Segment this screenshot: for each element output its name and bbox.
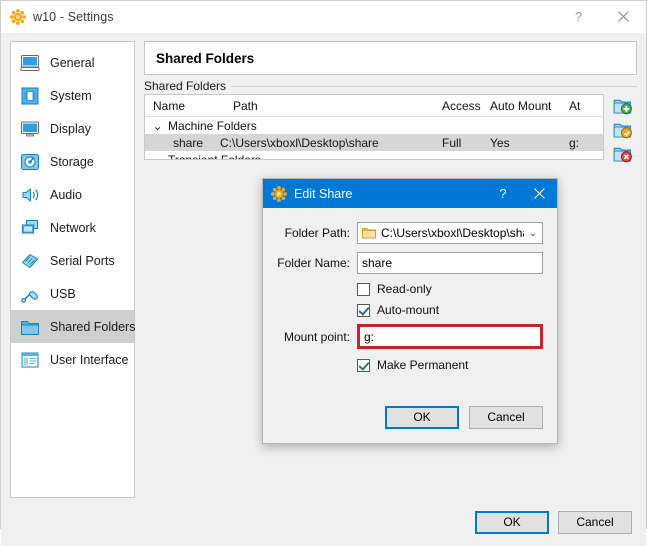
page-title: Shared Folders bbox=[156, 50, 255, 66]
auto-mount-row: Auto-mount bbox=[277, 303, 543, 317]
folder-path-combo[interactable]: C:\Users\xboxl\Desktop\share ⌄ bbox=[357, 222, 543, 244]
sidebar-item-system[interactable]: System bbox=[11, 79, 134, 112]
dialog-title: Edit Share bbox=[294, 186, 353, 201]
sidebar-item-label: Shared Folders bbox=[50, 319, 136, 334]
make-permanent-row: Make Permanent bbox=[277, 358, 543, 372]
mount-point-label: Mount point: bbox=[283, 329, 350, 344]
shared-folders-groupbox: Shared Folders Name Path Access Auto Mou… bbox=[144, 79, 637, 164]
help-button[interactable]: ? bbox=[556, 1, 601, 32]
sidebar-item-label: Audio bbox=[50, 187, 82, 202]
user-interface-icon bbox=[19, 349, 41, 371]
chevron-down-icon[interactable]: ⌄ bbox=[151, 119, 164, 133]
sidebar-item-display[interactable]: Display bbox=[11, 112, 134, 145]
sidebar-item-audio[interactable]: Audio bbox=[11, 178, 134, 211]
remove-shared-folder-icon[interactable] bbox=[610, 143, 634, 164]
folder-name-input[interactable]: share bbox=[357, 252, 543, 274]
table-group-label: Transient Folders bbox=[168, 152, 261, 160]
cell-auto-mount: Yes bbox=[490, 135, 510, 150]
sidebar-item-label: System bbox=[50, 88, 92, 103]
sidebar-item-label: USB bbox=[50, 286, 76, 301]
audio-icon bbox=[19, 184, 41, 206]
folder-path-value: C:\Users\xboxl\Desktop\share bbox=[381, 226, 524, 240]
add-shared-folder-icon[interactable] bbox=[610, 95, 634, 116]
auto-mount-checkbox[interactable] bbox=[357, 303, 370, 317]
edit-share-dialog: Edit Share ? Folder Path: C:\Users\xboxl… bbox=[262, 178, 558, 444]
groupbox-legend: Shared Folders bbox=[144, 79, 232, 93]
folder-path-row: Folder Path: C:\Users\xboxl\Desktop\shar… bbox=[277, 222, 543, 244]
table-group-transient-folders[interactable]: Transient Folders bbox=[145, 151, 603, 160]
window-titlebar: w10 - Settings ? bbox=[1, 1, 646, 33]
cell-at: g: bbox=[569, 135, 580, 150]
read-only-checkbox[interactable] bbox=[357, 282, 370, 296]
table-header: Name Path Access Auto Mount At bbox=[145, 95, 603, 117]
dialog-help-button[interactable]: ? bbox=[485, 179, 521, 208]
serial-ports-icon bbox=[19, 250, 41, 272]
cell-name: share bbox=[173, 135, 204, 150]
display-icon bbox=[19, 118, 41, 140]
sidebar-item-label: User Interface bbox=[50, 352, 129, 367]
sidebar-item-network[interactable]: Network bbox=[11, 211, 134, 244]
dialog-footer: OK Cancel bbox=[263, 391, 557, 443]
sidebar-item-label: Network bbox=[50, 220, 96, 235]
column-header-access[interactable]: Access bbox=[442, 99, 490, 113]
pane-header: Shared Folders bbox=[144, 41, 637, 75]
folder-icon bbox=[362, 227, 376, 239]
dialog-ok-button[interactable]: OK bbox=[385, 405, 459, 429]
shared-folders-table[interactable]: Name Path Access Auto Mount At ⌄ Machine… bbox=[144, 94, 604, 160]
sidebar-item-user-interface[interactable]: User Interface bbox=[11, 343, 134, 376]
dialog-body: Folder Path: C:\Users\xboxl\Desktop\shar… bbox=[263, 208, 557, 391]
table-row[interactable]: share C:\Users\xboxl\Desktop\share Full … bbox=[145, 134, 603, 151]
make-permanent-label: Make Permanent bbox=[377, 358, 469, 372]
sidebar-item-serial-ports[interactable]: Serial Ports bbox=[11, 244, 134, 277]
cancel-button[interactable]: Cancel bbox=[558, 510, 632, 534]
virtualbox-icon bbox=[10, 8, 26, 25]
storage-icon bbox=[19, 151, 41, 173]
edit-shared-folder-icon[interactable] bbox=[610, 119, 634, 140]
column-header-path[interactable]: Path bbox=[230, 99, 442, 113]
make-permanent-checkbox[interactable] bbox=[357, 358, 370, 372]
column-header-at[interactable]: At bbox=[569, 99, 603, 113]
column-header-name[interactable]: Name bbox=[145, 99, 230, 113]
window-title: w10 - Settings bbox=[33, 9, 114, 24]
table-group-machine-folders[interactable]: ⌄ Machine Folders bbox=[145, 117, 603, 134]
cell-path: C:\Users\xboxl\Desktop\share bbox=[220, 135, 379, 150]
folder-name-row: Folder Name: share bbox=[277, 252, 543, 274]
mount-point-input[interactable]: g: bbox=[357, 324, 543, 349]
auto-mount-label: Auto-mount bbox=[377, 303, 440, 317]
window-controls: ? bbox=[556, 1, 646, 32]
shared-folders-icon bbox=[19, 316, 41, 338]
column-header-auto-mount[interactable]: Auto Mount bbox=[490, 99, 569, 113]
read-only-label: Read-only bbox=[377, 282, 432, 296]
general-icon bbox=[19, 52, 41, 74]
table-and-tools: Name Path Access Auto Mount At ⌄ Machine… bbox=[144, 94, 637, 164]
folder-name-label: Folder Name: bbox=[277, 256, 350, 270]
read-only-row: Read-only bbox=[277, 282, 543, 296]
shared-folders-toolbar bbox=[607, 94, 637, 164]
settings-sidebar: General System Display Storage Audio Net… bbox=[10, 41, 135, 498]
sidebar-item-label: Storage bbox=[50, 154, 94, 169]
folder-path-label: Folder Path: bbox=[284, 226, 350, 240]
sidebar-item-label: Serial Ports bbox=[50, 253, 115, 268]
sidebar-item-usb[interactable]: USB bbox=[11, 277, 134, 310]
dialog-close-icon[interactable] bbox=[521, 179, 557, 208]
network-icon bbox=[19, 217, 41, 239]
sidebar-item-label: General bbox=[50, 55, 95, 70]
ok-button[interactable]: OK bbox=[475, 510, 549, 534]
usb-icon bbox=[19, 283, 41, 305]
system-icon bbox=[19, 85, 41, 107]
close-icon[interactable] bbox=[601, 1, 646, 32]
chevron-down-icon[interactable]: ⌄ bbox=[524, 228, 542, 239]
virtualbox-icon bbox=[271, 185, 287, 202]
table-group-label: Machine Folders bbox=[168, 118, 257, 133]
sidebar-item-label: Display bbox=[50, 121, 91, 136]
window-footer: OK Cancel bbox=[1, 498, 646, 546]
sidebar-item-shared-folders[interactable]: Shared Folders bbox=[11, 310, 136, 343]
dialog-cancel-button[interactable]: Cancel bbox=[469, 405, 543, 429]
mount-point-row: Mount point: g: bbox=[277, 324, 543, 349]
cell-access: Full bbox=[442, 135, 462, 150]
sidebar-item-general[interactable]: General bbox=[11, 46, 134, 79]
sidebar-item-storage[interactable]: Storage bbox=[11, 145, 134, 178]
dialog-titlebar: Edit Share ? bbox=[263, 179, 557, 208]
